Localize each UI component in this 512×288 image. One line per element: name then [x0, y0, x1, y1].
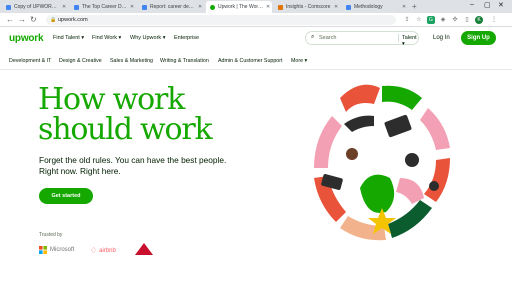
back-arrow-icon[interactable]: ←: [6, 15, 14, 25]
tab-title: Methodology: [354, 4, 383, 10]
url-text: upwork.com: [58, 17, 88, 23]
docs-favicon-icon: [142, 4, 147, 10]
docs-favicon-icon: [6, 4, 11, 10]
profile-avatar[interactable]: K: [475, 16, 483, 24]
microsoft-logo: Microsoft: [39, 246, 74, 254]
category-design-creative[interactable]: Design & Creative: [59, 58, 102, 64]
triangle-brand-icon: [135, 243, 153, 255]
hero-subtitle-line: Forget the old rules. You can have the b…: [39, 155, 227, 165]
hero-subtitle: Forget the old rules. You can have the b…: [39, 155, 269, 177]
browser-tab-strip: Copy of UPWORK KI ✕ The Top Career Devel…: [0, 0, 512, 13]
browser-tab[interactable]: Methodology ✕: [342, 1, 408, 13]
upwork-logo[interactable]: upwork: [9, 33, 44, 44]
airbnb-wordmark: airbnb: [99, 247, 116, 254]
sidebar-icon[interactable]: ▯: [463, 16, 471, 24]
browser-tab[interactable]: Report: career develo ✕: [138, 1, 204, 13]
search-box[interactable]: ⌕ Search Talent ▾: [305, 31, 419, 47]
bookmark-star-icon[interactable]: ☆: [415, 16, 423, 24]
search-icon: ⌕: [311, 34, 315, 40]
category-more[interactable]: More ▾: [291, 58, 307, 64]
forward-arrow-icon[interactable]: →: [18, 15, 26, 25]
comscore-favicon-icon: [278, 4, 283, 10]
close-tab-icon[interactable]: ✕: [402, 4, 406, 10]
reload-icon[interactable]: ↻: [30, 15, 37, 25]
category-admin-support[interactable]: Admin & Customer Support: [218, 58, 282, 64]
close-tab-icon[interactable]: ✕: [130, 4, 134, 10]
tab-title: Copy of UPWORK KI: [14, 4, 60, 10]
search-divider: [398, 34, 399, 42]
address-toolbar: ← → ↻ 🔒 upwork.com ⇪ ☆ G ◈ ✣ ▯ K ⋮: [0, 13, 512, 27]
new-tab-button[interactable]: +: [412, 2, 417, 11]
address-bar[interactable]: 🔒 upwork.com: [46, 15, 396, 25]
minimize-icon[interactable]: –: [470, 1, 474, 8]
close-tab-icon[interactable]: ✕: [334, 4, 338, 10]
extension-icon[interactable]: ◈: [439, 16, 447, 24]
close-window-icon[interactable]: ✕: [498, 1, 504, 9]
docs-favicon-icon: [74, 4, 79, 10]
tab-title: Report: career develo: [150, 4, 196, 10]
hero-title: How work should work: [38, 82, 213, 147]
nav-why-upwork[interactable]: Why Upwork ▾: [130, 35, 165, 41]
category-sales-marketing[interactable]: Sales & Marketing: [110, 58, 153, 64]
signup-button[interactable]: Sign Up: [461, 31, 496, 45]
chrome-menu-icon[interactable]: ⋮: [490, 16, 498, 24]
tab-title: Insights - Comscore: [286, 4, 331, 10]
brand-logo-red: [134, 242, 154, 256]
site-header: upwork Find Talent ▾ Find Work ▾ Why Upw…: [0, 27, 512, 51]
share-icon[interactable]: ⇪: [403, 16, 411, 24]
browser-tab[interactable]: The Top Career Devel ✕: [70, 1, 136, 13]
login-link[interactable]: Log In: [433, 35, 450, 41]
trusted-by-label: Trusted by: [39, 232, 63, 238]
docs-favicon-icon: [346, 4, 351, 10]
airbnb-symbol-icon: ♢: [90, 246, 98, 255]
close-tab-icon[interactable]: ✕: [62, 4, 66, 10]
microsoft-squares-icon: [39, 246, 47, 254]
browser-tab-active[interactable]: Upwork | The World's ✕: [206, 1, 272, 13]
close-tab-icon[interactable]: ✕: [266, 4, 270, 10]
nav-find-talent[interactable]: Find Talent ▾: [53, 35, 84, 41]
nav-find-work[interactable]: Find Work ▾: [92, 35, 121, 41]
lock-icon: 🔒: [50, 17, 57, 23]
puzzle-extensions-icon[interactable]: ✣: [451, 16, 459, 24]
tab-title: The Top Career Devel: [82, 4, 128, 10]
hero-subtitle-line: Right now. Right here.: [39, 166, 121, 176]
airbnb-logo: ♢ airbnb: [90, 246, 116, 255]
hero-illustration: [304, 84, 468, 248]
category-writing-translation[interactable]: Writing & Translation: [160, 58, 209, 64]
get-started-button[interactable]: Get started: [39, 188, 93, 204]
category-dev-it[interactable]: Development & IT: [9, 58, 51, 64]
browser-tab[interactable]: Insights - Comscore ✕: [274, 1, 340, 13]
hero-title-line: How work: [38, 82, 185, 117]
hero-title-line: should work: [38, 112, 213, 147]
maximize-icon[interactable]: ▢: [484, 1, 491, 9]
search-category-dropdown[interactable]: Talent ▾: [402, 35, 418, 47]
search-input[interactable]: Search: [319, 35, 336, 41]
grammarly-extension-icon[interactable]: G: [427, 16, 435, 24]
tab-title: Upwork | The World's: [218, 4, 264, 10]
nav-enterprise[interactable]: Enterprise: [174, 35, 199, 41]
close-tab-icon[interactable]: ✕: [198, 4, 202, 10]
browser-tab[interactable]: Copy of UPWORK KI ✕: [2, 1, 68, 13]
upwork-favicon-icon: [210, 4, 215, 10]
microsoft-wordmark: Microsoft: [50, 247, 75, 253]
